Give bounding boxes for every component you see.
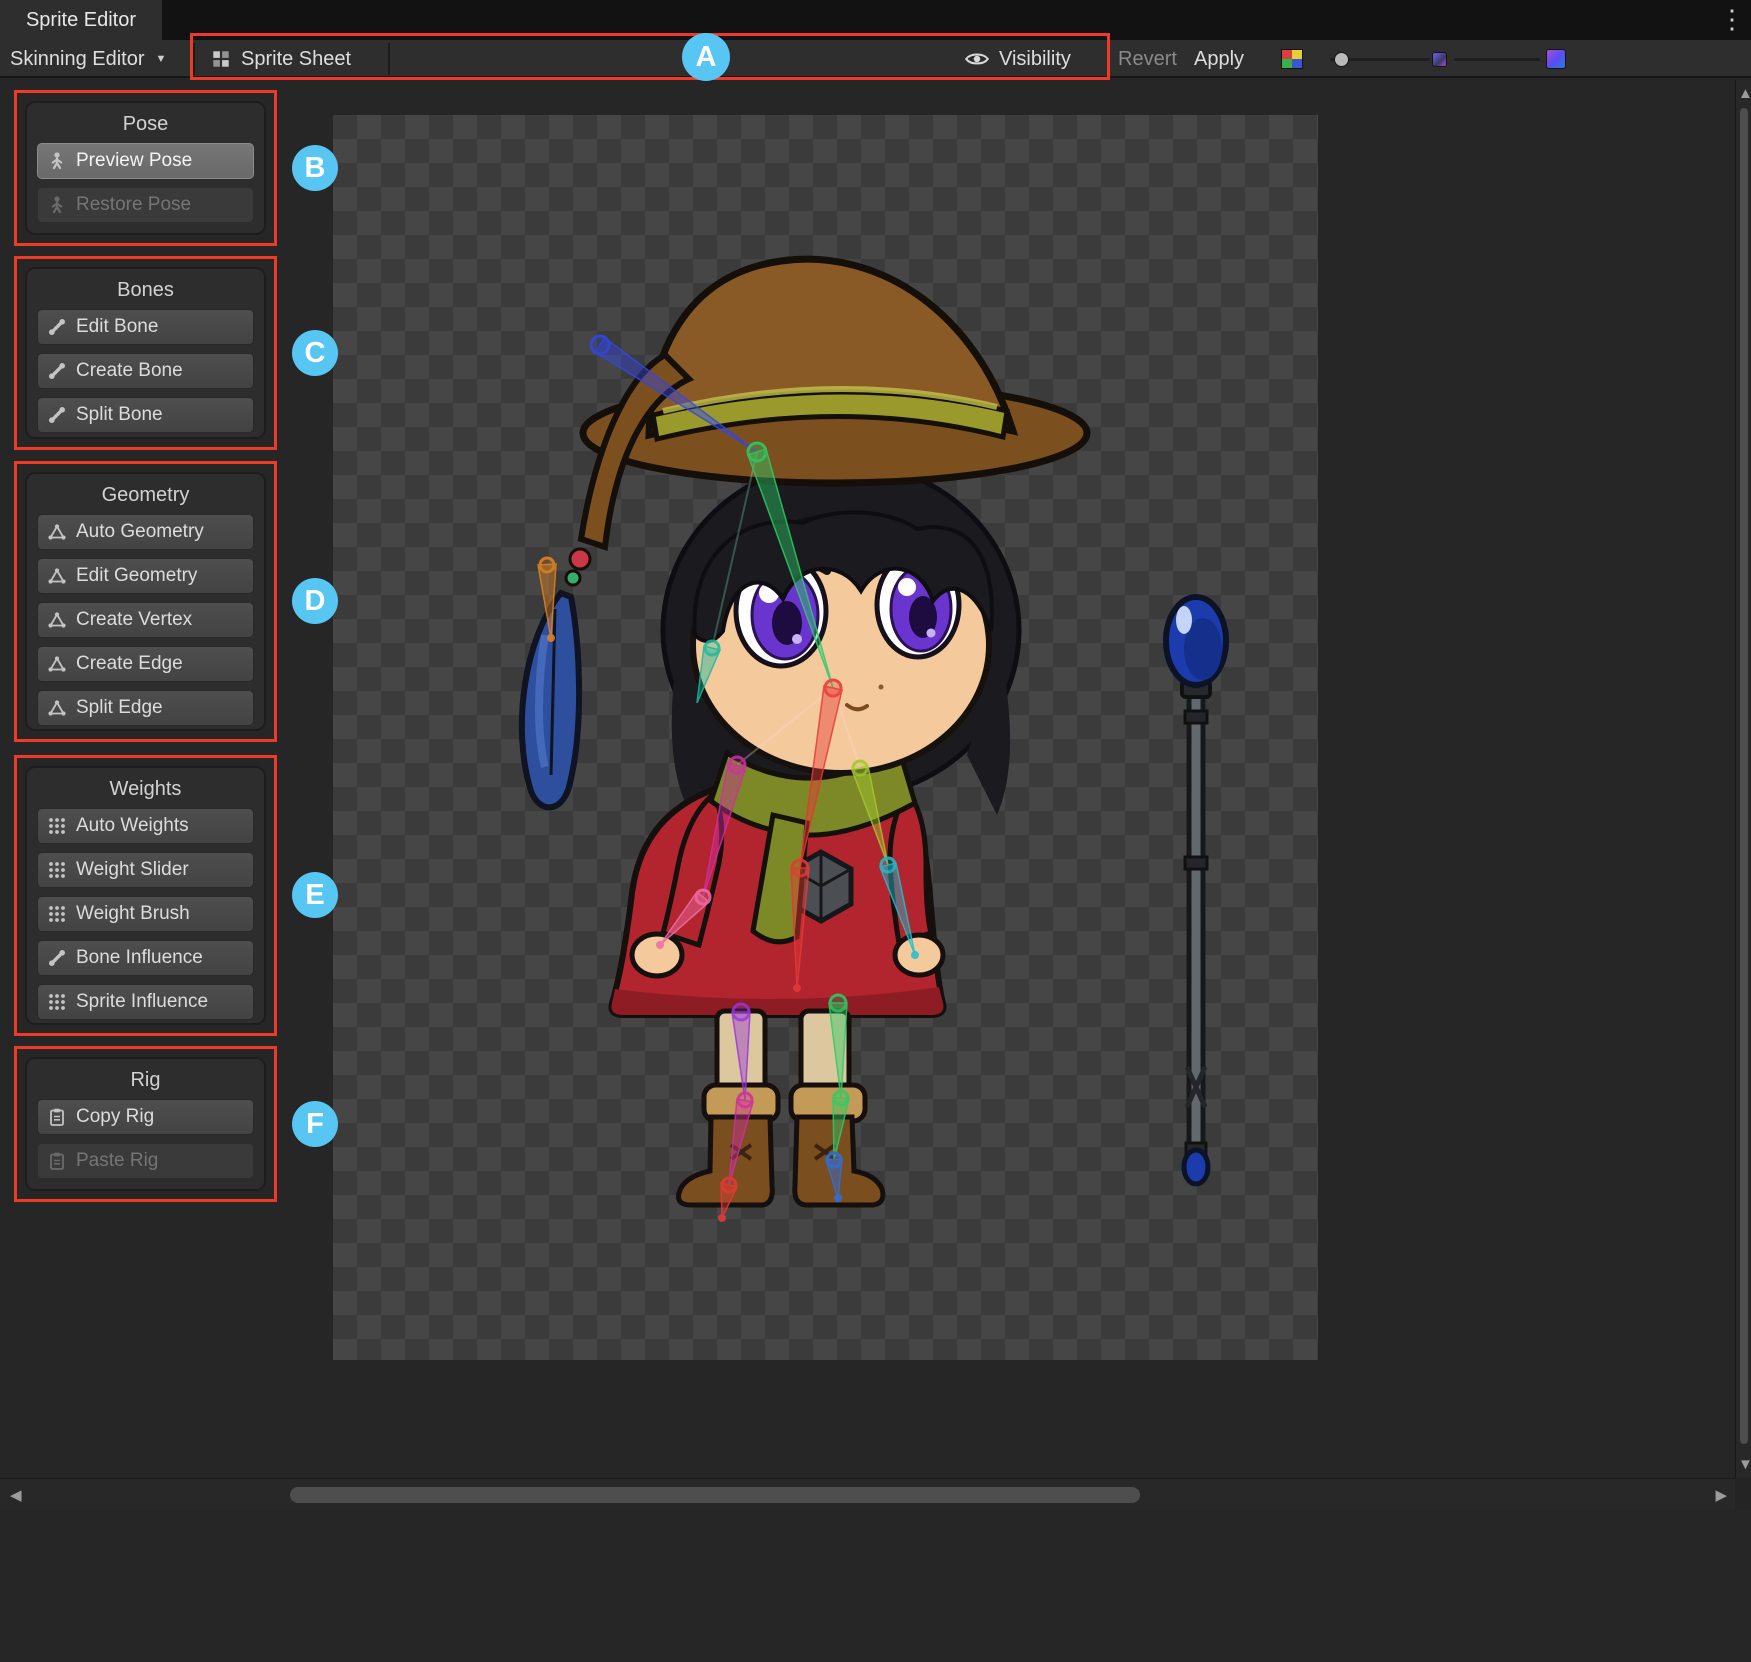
annotation-box-a bbox=[190, 33, 1110, 80]
create-vertex-button[interactable]: Create Vertex bbox=[37, 602, 254, 638]
horizontal-scrollbar[interactable]: ◀ ▶ bbox=[0, 1478, 1735, 1510]
edit-bone-button[interactable]: Edit Bone bbox=[37, 309, 254, 345]
auto-geometry-icon bbox=[47, 522, 67, 542]
edit-geometry-icon bbox=[47, 566, 67, 586]
sprite-influence-button[interactable]: Sprite Influence bbox=[37, 984, 254, 1020]
create-bone-button[interactable]: Create Bone bbox=[37, 353, 254, 389]
tab-title: Sprite Editor bbox=[26, 9, 136, 32]
paste-rig-icon bbox=[47, 1151, 67, 1171]
auto-weights-button[interactable]: Auto Weights bbox=[37, 808, 254, 844]
vertical-scrollbar-thumb[interactable] bbox=[1740, 108, 1748, 1444]
color-swatch-icon[interactable] bbox=[1281, 49, 1303, 69]
annotation-badge-d: D bbox=[292, 578, 338, 624]
create-bone-icon bbox=[47, 361, 67, 381]
sprite-canvas[interactable] bbox=[333, 115, 1318, 1360]
annotation-box-d: Geometry Auto Geometry Edit Geometry Cre… bbox=[14, 461, 277, 742]
weight-slider-icon bbox=[47, 860, 67, 880]
paste-rig-button: Paste Rig bbox=[37, 1143, 254, 1179]
scroll-right-icon[interactable]: ▶ bbox=[1715, 1488, 1727, 1503]
preview-pose-button[interactable]: Preview Pose bbox=[37, 143, 254, 179]
weights-panel: Weights Auto Weights Weight Slider Weigh… bbox=[25, 766, 266, 1025]
annotation-badge-b: B bbox=[292, 145, 338, 191]
annotation-badge-c: C bbox=[292, 330, 338, 376]
pose-panel-title: Pose bbox=[27, 109, 264, 139]
scroll-up-icon[interactable]: ▲ bbox=[1738, 86, 1751, 101]
chevron-down-icon: ▼ bbox=[156, 53, 167, 65]
horizontal-scrollbar-thumb[interactable] bbox=[290, 1487, 1140, 1503]
tab-sprite-editor[interactable]: Sprite Editor bbox=[0, 0, 162, 40]
character-sprite bbox=[333, 115, 1318, 1360]
annotation-badge-e: E bbox=[292, 872, 338, 918]
vertical-scrollbar[interactable]: ▲ ▼ bbox=[1735, 80, 1751, 1478]
copy-rig-button[interactable]: Copy Rig bbox=[37, 1099, 254, 1135]
toolbar-slider-knob[interactable] bbox=[1334, 52, 1349, 67]
toolbar-slider-2[interactable] bbox=[1454, 58, 1540, 61]
rig-panel: Rig Copy Rig Paste Rig bbox=[25, 1057, 266, 1191]
edit-geometry-button[interactable]: Edit Geometry bbox=[37, 558, 254, 594]
weights-panel-title: Weights bbox=[27, 774, 264, 804]
restore-pose-icon bbox=[47, 195, 67, 215]
annotation-box-e: Weights Auto Weights Weight Slider Weigh… bbox=[14, 755, 277, 1036]
geometry-panel: Geometry Auto Geometry Edit Geometry Cre… bbox=[25, 472, 266, 731]
restore-pose-button: Restore Pose bbox=[37, 187, 254, 223]
bones-panel-title: Bones bbox=[27, 275, 264, 305]
create-edge-icon bbox=[47, 654, 67, 674]
toolbar-slider[interactable] bbox=[1330, 58, 1430, 61]
split-bone-button[interactable]: Split Bone bbox=[37, 397, 254, 433]
auto-weights-icon bbox=[47, 816, 67, 836]
character-art bbox=[522, 259, 1087, 1205]
scroll-down-icon[interactable]: ▼ bbox=[1738, 1457, 1751, 1472]
annotation-box-b: Pose Preview Pose Restore Pose bbox=[14, 90, 277, 246]
copy-rig-icon bbox=[47, 1107, 67, 1127]
split-edge-button[interactable]: Split Edge bbox=[37, 690, 254, 726]
sprite-influence-icon bbox=[47, 992, 67, 1012]
split-bone-icon bbox=[47, 405, 67, 425]
bone-influence-icon bbox=[47, 948, 67, 968]
scroll-left-icon[interactable]: ◀ bbox=[10, 1488, 22, 1503]
gradient-swatch-icon[interactable] bbox=[1432, 52, 1447, 67]
skinning-editor-label: Skinning Editor bbox=[10, 48, 145, 71]
skinning-editor-dropdown[interactable]: Skinning Editor ▼ bbox=[10, 40, 166, 78]
pose-panel: Pose Preview Pose Restore Pose bbox=[25, 101, 266, 235]
kebab-menu-icon[interactable]: ⋮ bbox=[1717, 2, 1747, 36]
annotation-badge-a: A bbox=[682, 33, 730, 81]
annotation-box-f: Rig Copy Rig Paste Rig bbox=[14, 1046, 277, 1202]
revert-button: Revert bbox=[1118, 40, 1177, 78]
create-vertex-icon bbox=[47, 610, 67, 630]
weight-brush-button[interactable]: Weight Brush bbox=[37, 896, 254, 932]
rig-panel-title: Rig bbox=[27, 1065, 264, 1095]
gradient-swatch-icon-right[interactable] bbox=[1546, 49, 1566, 69]
staff-art bbox=[1166, 597, 1226, 1184]
weight-brush-icon bbox=[47, 904, 67, 924]
scrollbar-corner bbox=[1735, 1478, 1751, 1510]
preview-pose-icon bbox=[47, 151, 67, 171]
sprite-editor-window: { "window": { "tab_title": "Sprite Edito… bbox=[0, 0, 1751, 1662]
split-edge-icon bbox=[47, 698, 67, 718]
bone-influence-button[interactable]: Bone Influence bbox=[37, 940, 254, 976]
edit-bone-icon bbox=[47, 317, 67, 337]
annotation-badge-f: F bbox=[292, 1101, 338, 1147]
apply-button[interactable]: Apply bbox=[1194, 40, 1244, 78]
auto-geometry-button[interactable]: Auto Geometry bbox=[37, 514, 254, 550]
annotation-box-c: Bones Edit Bone Create Bone Split Bone bbox=[14, 256, 277, 450]
geometry-panel-title: Geometry bbox=[27, 480, 264, 510]
create-edge-button[interactable]: Create Edge bbox=[37, 646, 254, 682]
bones-panel: Bones Edit Bone Create Bone Split Bone bbox=[25, 267, 266, 439]
weight-slider-button[interactable]: Weight Slider bbox=[37, 852, 254, 888]
